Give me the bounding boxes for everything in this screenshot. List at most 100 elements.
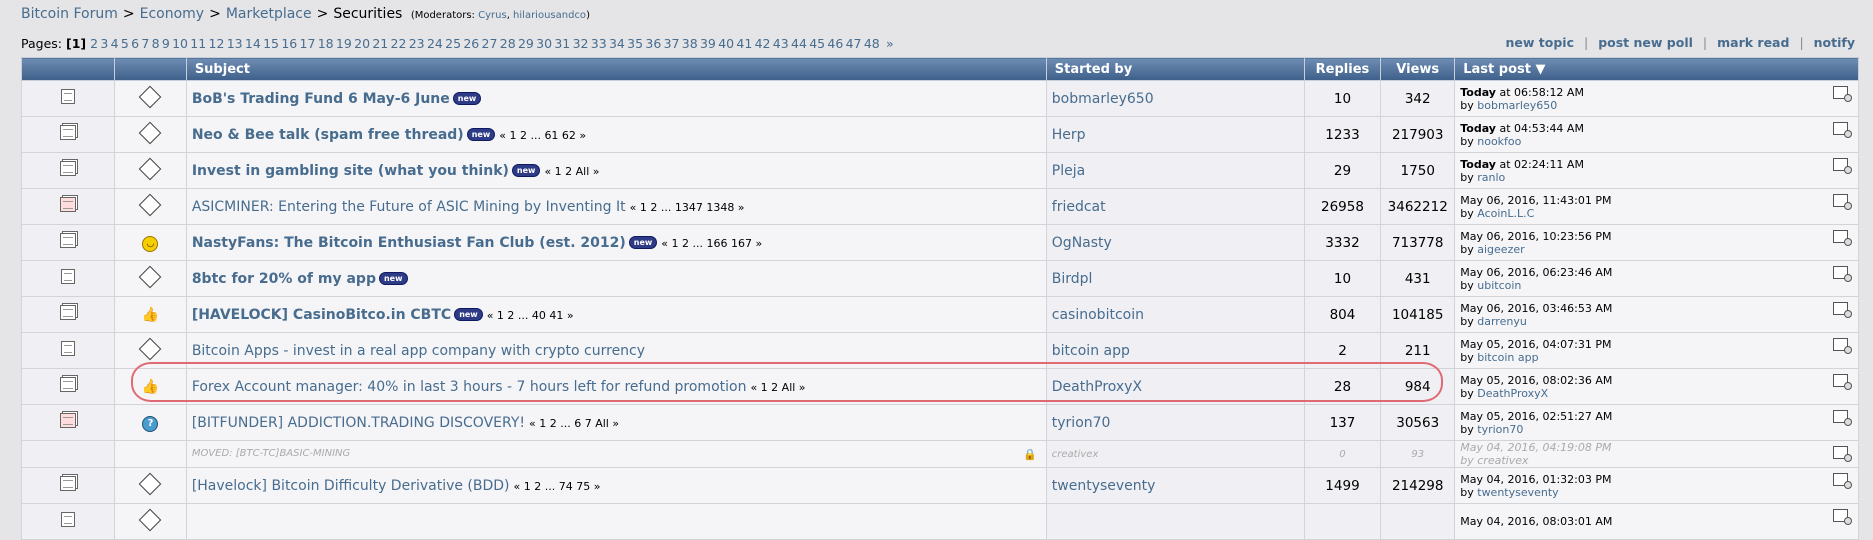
page-link[interactable]: 25 xyxy=(445,36,461,51)
page-link[interactable]: 14 xyxy=(245,36,261,51)
topic-starter[interactable]: Pleja xyxy=(1052,163,1085,179)
topic-link[interactable]: BoB's Trading Fund 6 May-6 June xyxy=(192,91,450,107)
topic-starter[interactable]: Herp xyxy=(1052,127,1086,143)
topic-link[interactable]: [Havelock] Bitcoin Difficulty Derivative… xyxy=(192,478,510,494)
page-link[interactable]: 4 xyxy=(111,36,119,51)
page-link[interactable]: 40 xyxy=(718,36,734,51)
page-link[interactable]: 48 xyxy=(864,36,880,51)
topic-pages[interactable]: « 1 2 ... 166 167 » xyxy=(661,237,762,250)
topic-pages[interactable]: « 1 2 ... 6 7 All » xyxy=(529,417,619,430)
last-post-icon[interactable] xyxy=(1833,446,1852,462)
page-link[interactable]: 44 xyxy=(791,36,807,51)
last-post-icon[interactable] xyxy=(1833,374,1852,390)
page-link[interactable]: 3 xyxy=(100,36,108,51)
page-link[interactable]: 43 xyxy=(773,36,789,51)
last-poster[interactable]: aigeezer xyxy=(1477,243,1524,256)
page-link[interactable]: 42 xyxy=(755,36,771,51)
topic-link[interactable]: Bitcoin Apps - invest in a real app comp… xyxy=(192,343,645,359)
last-poster[interactable]: DeathProxyX xyxy=(1477,387,1548,400)
col-started-by[interactable]: Started by xyxy=(1045,57,1305,81)
topic-link[interactable]: Forex Account manager: 40% in last 3 hou… xyxy=(192,379,747,395)
topic-link[interactable]: Neo & Bee talk (spam free thread) xyxy=(192,127,464,143)
page-link[interactable]: 7 xyxy=(141,36,149,51)
moderator-link[interactable]: hilariousandco xyxy=(513,10,586,21)
new-badge[interactable]: new xyxy=(466,128,496,141)
last-post-icon[interactable] xyxy=(1833,410,1852,426)
topic-starter[interactable]: bobmarley650 xyxy=(1052,91,1154,107)
topic-pages[interactable]: « 1 2 ... 74 75 » xyxy=(514,480,601,493)
topic-starter[interactable]: Birdpl xyxy=(1052,271,1093,287)
topic-pages[interactable]: « 1 2 ... 40 41 » xyxy=(487,309,574,322)
last-post-icon[interactable] xyxy=(1833,122,1852,138)
last-poster[interactable]: creativex xyxy=(1477,454,1528,467)
page-link[interactable]: 16 xyxy=(281,36,297,51)
page-link[interactable]: 23 xyxy=(409,36,425,51)
col-replies[interactable]: Replies xyxy=(1303,57,1382,81)
page-link[interactable]: 34 xyxy=(609,36,625,51)
topic-link[interactable]: NastyFans: The Bitcoin Enthusiast Fan Cl… xyxy=(192,235,626,251)
page-link[interactable]: 13 xyxy=(227,36,243,51)
page-link[interactable]: 26 xyxy=(463,36,479,51)
topic-starter[interactable]: DeathProxyX xyxy=(1052,379,1142,395)
page-link[interactable]: 15 xyxy=(263,36,279,51)
page-link[interactable]: 6 xyxy=(131,36,139,51)
col-subject[interactable]: Subject xyxy=(185,57,1047,81)
topic-pages[interactable]: « 1 2 ... 61 62 » xyxy=(499,129,586,142)
last-poster[interactable]: darrenyu xyxy=(1477,315,1527,328)
notify-link[interactable]: notify xyxy=(1814,35,1855,50)
page-link[interactable]: 8 xyxy=(152,36,160,51)
page-link[interactable]: 10 xyxy=(172,36,188,51)
topic-starter[interactable]: tyrion70 xyxy=(1052,415,1111,431)
page-link[interactable]: 17 xyxy=(300,36,316,51)
topic-starter[interactable]: casinobitcoin xyxy=(1052,307,1144,323)
last-poster[interactable]: ubitcoin xyxy=(1477,279,1521,292)
last-poster[interactable]: bobmarley650 xyxy=(1477,99,1557,112)
moved-topic-link[interactable]: MOVED: [BTC-TC]BASIC-MINING xyxy=(192,448,350,459)
last-poster[interactable]: AcoinL.L.C xyxy=(1477,207,1534,220)
new-badge[interactable]: new xyxy=(628,236,658,249)
last-post-icon[interactable] xyxy=(1833,194,1852,210)
page-link[interactable]: 46 xyxy=(827,36,843,51)
last-poster[interactable]: tyrion70 xyxy=(1477,423,1523,436)
topic-link[interactable]: Invest in gambling site (what you think) xyxy=(192,163,509,179)
page-link[interactable]: 5 xyxy=(121,36,129,51)
last-poster[interactable]: ranlo xyxy=(1477,171,1505,184)
page-link[interactable]: 31 xyxy=(554,36,570,51)
new-poll-link[interactable]: post new poll xyxy=(1598,35,1693,50)
page-link[interactable]: 9 xyxy=(162,36,170,51)
last-post-icon[interactable] xyxy=(1833,473,1852,489)
page-link[interactable]: 35 xyxy=(627,36,643,51)
topic-link[interactable]: ASICMINER: Entering the Future of ASIC M… xyxy=(192,199,626,215)
breadcrumb-economy[interactable]: Economy xyxy=(140,6,204,22)
page-link[interactable]: 47 xyxy=(846,36,862,51)
page-link[interactable]: 11 xyxy=(190,36,206,51)
page-link[interactable]: 39 xyxy=(700,36,716,51)
topic-pages[interactable]: « 1 2 All » xyxy=(544,165,599,178)
topic-pages[interactable]: « 1 2 ... 1347 1348 » xyxy=(630,201,745,214)
page-link[interactable]: 20 xyxy=(354,36,370,51)
topic-starter[interactable]: creativex xyxy=(1052,449,1099,460)
new-topic-link[interactable]: new topic xyxy=(1506,35,1574,50)
page-link[interactable]: 24 xyxy=(427,36,443,51)
page-link[interactable]: 21 xyxy=(372,36,388,51)
page-link[interactable]: 37 xyxy=(664,36,680,51)
page-link[interactable]: 27 xyxy=(482,36,498,51)
topic-starter[interactable]: twentyseventy xyxy=(1052,478,1156,494)
mark-read-link[interactable]: mark read xyxy=(1717,35,1789,50)
topic-starter[interactable]: bitcoin app xyxy=(1052,343,1130,359)
col-last-post[interactable]: Last post ▼ xyxy=(1454,57,1859,81)
next-page-link[interactable]: » xyxy=(886,36,894,51)
moderator-link[interactable]: Cyrus xyxy=(478,10,507,21)
topic-link[interactable]: 8btc for 20% of my app xyxy=(192,271,376,287)
last-post-icon[interactable] xyxy=(1833,158,1852,174)
breadcrumb-marketplace[interactable]: Marketplace xyxy=(226,6,312,22)
last-post-icon[interactable] xyxy=(1833,509,1852,525)
topic-link[interactable]: [BITFUNDER] ADDICTION.TRADING DISCOVERY! xyxy=(192,415,525,431)
page-link[interactable]: 18 xyxy=(318,36,334,51)
last-poster[interactable]: nookfoo xyxy=(1477,135,1521,148)
new-badge[interactable]: new xyxy=(378,272,408,285)
page-link[interactable]: 2 xyxy=(90,36,98,51)
topic-link[interactable]: [HAVELOCK] CasinoBitco.in CBTC xyxy=(192,307,451,323)
page-link[interactable]: 32 xyxy=(573,36,589,51)
topic-pages[interactable]: « 1 2 All » xyxy=(750,381,805,394)
